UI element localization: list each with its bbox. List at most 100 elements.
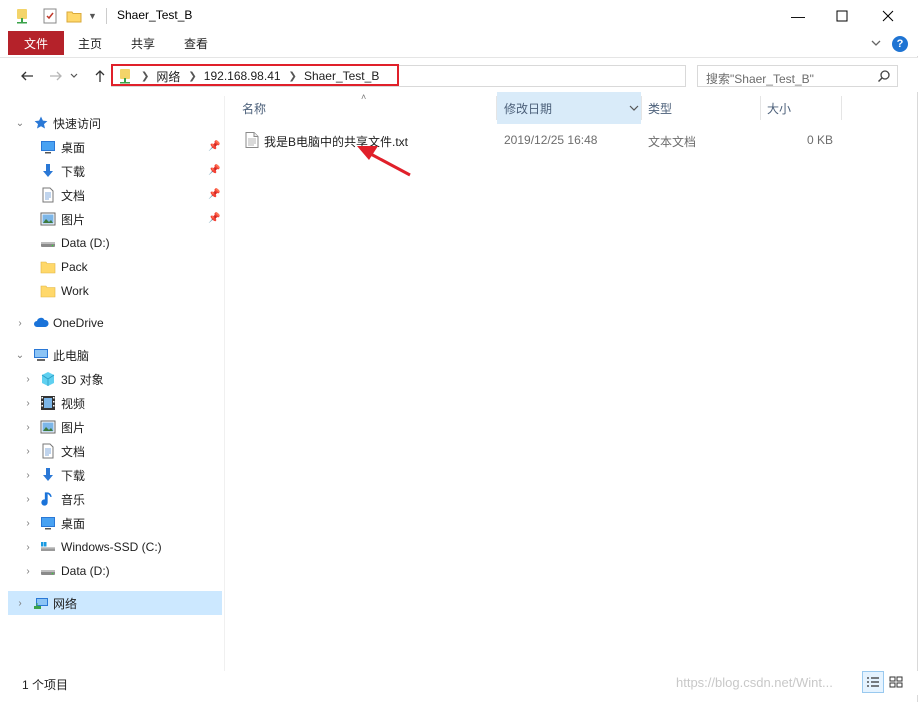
- sidebar-item-desktop-pc[interactable]: › 桌面: [8, 511, 222, 535]
- sidebar-item-work[interactable]: Work: [8, 279, 222, 303]
- search-input[interactable]: 搜索"Shaer_Test_B": [706, 70, 814, 87]
- window-title: Shaer_Test_B: [117, 8, 193, 22]
- minimize-icon: —: [791, 7, 805, 24]
- desktop-icon: [41, 517, 55, 530]
- expanded-chevron-icon[interactable]: ⌄: [15, 118, 25, 129]
- sidebar-item-downloads-pc[interactable]: › 下载: [8, 463, 222, 487]
- sidebar-item-this-pc[interactable]: ⌄ 此电脑: [8, 343, 222, 367]
- folder-icon: [40, 261, 56, 274]
- tab-view[interactable]: 查看: [184, 31, 208, 55]
- sidebar-item-windows-ssd[interactable]: › Windows-SSD (C:): [8, 535, 222, 559]
- column-filter-chevron-icon[interactable]: [628, 102, 640, 114]
- sidebar-item-videos[interactable]: › 视频: [8, 391, 222, 415]
- title-bar: ▼ Shaer_Test_B —: [0, 0, 918, 31]
- expand-ribbon-chevron-icon[interactable]: [869, 36, 883, 50]
- pin-icon[interactable]: 📌: [208, 213, 220, 225]
- folder-icon: [40, 285, 56, 298]
- pin-icon[interactable]: 📌: [208, 189, 220, 201]
- pin-icon[interactable]: 📌: [208, 165, 220, 177]
- sidebar-item-label: Pack: [61, 260, 88, 274]
- properties-icon[interactable]: [42, 8, 58, 24]
- breadcrumb-host[interactable]: 192.168.98.41: [204, 69, 281, 83]
- sidebar-item-label: 快速访问: [53, 116, 102, 131]
- search-icon[interactable]: [877, 69, 891, 83]
- tab-share[interactable]: 共享: [131, 31, 155, 55]
- breadcrumb-separator-icon: ❯: [288, 70, 297, 82]
- details-view-button[interactable]: [862, 671, 884, 693]
- sidebar-item-network[interactable]: › 网络: [8, 591, 222, 615]
- maximize-button[interactable]: [819, 0, 865, 31]
- video-icon: [41, 396, 55, 410]
- help-icon[interactable]: ?: [892, 36, 908, 52]
- column-divider[interactable]: [841, 96, 842, 120]
- sidebar-item-data-drive-pc[interactable]: › Data (D:): [8, 559, 222, 583]
- breadcrumb-network[interactable]: 网络: [156, 68, 180, 85]
- breadcrumb-share[interactable]: Shaer_Test_B: [304, 69, 379, 83]
- column-header-modified[interactable]: 修改日期: [497, 92, 641, 124]
- collapsed-chevron-icon[interactable]: ›: [23, 398, 33, 409]
- sidebar-item-desktop[interactable]: 桌面 📌: [8, 135, 222, 159]
- sidebar-item-downloads[interactable]: 下载 📌: [8, 159, 222, 183]
- sidebar-item-pack[interactable]: Pack: [8, 255, 222, 279]
- minimize-button[interactable]: —: [775, 0, 821, 31]
- collapsed-chevron-icon[interactable]: ›: [23, 470, 33, 481]
- forward-arrow-icon: [50, 71, 62, 81]
- sidebar-item-onedrive[interactable]: › OneDrive: [8, 311, 222, 335]
- sidebar-item-3d-objects[interactable]: › 3D 对象: [8, 367, 222, 391]
- close-icon: [882, 10, 894, 21]
- column-header-name[interactable]: 名称: [242, 92, 496, 124]
- sidebar-item-label: 文档: [61, 444, 86, 459]
- collapsed-chevron-icon[interactable]: ›: [15, 598, 25, 609]
- sidebar-item-data-drive[interactable]: Data (D:): [8, 231, 222, 255]
- column-header-size[interactable]: 大小: [767, 92, 841, 124]
- back-button[interactable]: [18, 67, 36, 85]
- collapsed-chevron-icon[interactable]: ›: [15, 318, 25, 329]
- sidebar-item-music[interactable]: › 音乐: [8, 487, 222, 511]
- sidebar-item-label: 网络: [53, 596, 78, 611]
- sidebar-item-documents-pc[interactable]: › 文档: [8, 439, 222, 463]
- collapsed-chevron-icon[interactable]: ›: [23, 542, 33, 553]
- collapsed-chevron-icon[interactable]: ›: [23, 494, 33, 505]
- forward-button[interactable]: [47, 67, 65, 85]
- back-arrow-icon: [21, 71, 33, 81]
- navigation-pane: ⌄ 快速访问 桌面 📌 下载 📌 文档 📌 图片 📌 Data (D:) Pac…: [8, 96, 225, 671]
- file-list: ˄ 名称 修改日期 类型 大小 我是B电脑中的共享文件.txt 2019/12/…: [226, 92, 910, 670]
- file-size: 0 KB: [807, 133, 834, 147]
- sidebar-item-pictures[interactable]: 图片 📌: [8, 207, 222, 231]
- expanded-chevron-icon[interactable]: ⌄: [15, 350, 25, 361]
- table-row[interactable]: 我是B电脑中的共享文件.txt 2019/12/25 16:48 文本文档 0 …: [242, 129, 842, 151]
- address-bar[interactable]: ❯ 网络 ❯ 192.168.98.41 ❯ Shaer_Test_B: [111, 65, 793, 87]
- breadcrumb: ❯ 网络 ❯ 192.168.98.41 ❯ Shaer_Test_B: [112, 66, 379, 86]
- tab-home[interactable]: 主页: [78, 31, 102, 55]
- sidebar-item-label: Data (D:): [61, 564, 110, 578]
- collapsed-chevron-icon[interactable]: ›: [23, 518, 33, 529]
- network-location-icon: [117, 68, 133, 84]
- close-button[interactable]: [865, 0, 911, 31]
- sidebar-item-quick-access[interactable]: ⌄ 快速访问: [8, 111, 222, 135]
- column-header-type[interactable]: 类型: [648, 92, 758, 124]
- collapsed-chevron-icon[interactable]: ›: [23, 566, 33, 577]
- column-divider[interactable]: [760, 96, 761, 120]
- collapsed-chevron-icon[interactable]: ›: [23, 446, 33, 457]
- column-divider[interactable]: [641, 96, 642, 120]
- collapsed-chevron-icon[interactable]: ›: [23, 374, 33, 385]
- column-header-label: 修改日期: [504, 101, 553, 116]
- file-type: 文本文档: [648, 135, 697, 149]
- column-header-label: 名称: [242, 101, 267, 116]
- file-name: 我是B电脑中的共享文件.txt: [264, 135, 409, 149]
- sidebar-item-label: 图片: [61, 420, 86, 435]
- sidebar-item-label: 此电脑: [53, 348, 90, 363]
- cloud-icon: [34, 317, 49, 327]
- pin-icon[interactable]: 📌: [208, 141, 220, 153]
- search-box[interactable]: 搜索"Shaer_Test_B": [697, 65, 898, 87]
- sidebar-item-pictures-pc[interactable]: › 图片: [8, 415, 222, 439]
- large-icons-view-button[interactable]: [885, 671, 907, 693]
- sidebar-item-documents[interactable]: 文档 📌: [8, 183, 222, 207]
- customize-toolbar-chevron-icon[interactable]: ▼: [88, 11, 98, 21]
- collapsed-chevron-icon[interactable]: ›: [23, 422, 33, 433]
- up-button[interactable]: [91, 67, 109, 85]
- tab-file[interactable]: 文件: [8, 31, 64, 55]
- new-folder-icon[interactable]: [66, 8, 82, 24]
- sidebar-item-label: 视频: [61, 396, 86, 411]
- recent-locations-button[interactable]: [68, 67, 80, 85]
